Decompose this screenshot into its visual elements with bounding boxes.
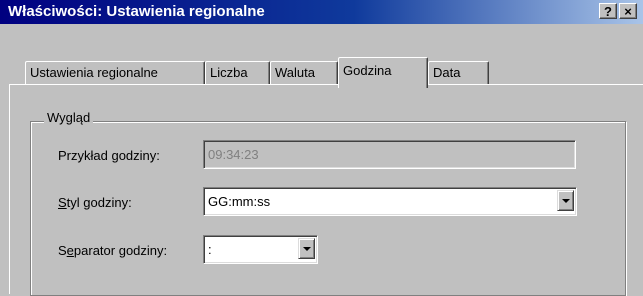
- close-button[interactable]: ×: [619, 3, 637, 19]
- chevron-down-icon: [562, 199, 570, 203]
- time-style-combobox[interactable]: GG:mm:ss: [203, 187, 577, 216]
- group-legend: Wygląd: [44, 110, 94, 125]
- tab-label: Godzina: [343, 63, 392, 78]
- time-style-label: Styl godziny:: [58, 195, 132, 210]
- window-title: Właściwości: Ustawienia regionalne: [8, 3, 265, 20]
- time-separator-combobox[interactable]: :: [203, 235, 318, 264]
- time-style-value: GG:mm:ss: [208, 194, 271, 209]
- title-bar[interactable]: Właściwości: Ustawienia regionalne ? ×: [0, 0, 643, 24]
- time-style-dropdown-button[interactable]: [557, 190, 574, 211]
- help-button[interactable]: ?: [599, 3, 617, 19]
- tab-label: Liczba: [210, 65, 248, 80]
- tab-waluta[interactable]: Waluta: [270, 61, 338, 85]
- time-separator-dropdown-button[interactable]: [298, 238, 315, 259]
- tab-data[interactable]: Data: [428, 61, 489, 85]
- sample-time-field: 09:34:23: [203, 140, 576, 169]
- tab-label: Waluta: [275, 65, 315, 80]
- chevron-down-icon: [303, 247, 311, 251]
- time-separator-label: Separator godziny:: [58, 243, 168, 258]
- tab-label: Ustawienia regionalne: [30, 65, 158, 80]
- sample-time-value: 09:34:23: [208, 147, 259, 162]
- time-separator-value: :: [208, 242, 212, 257]
- tab-godzina[interactable]: Godzina: [338, 57, 428, 88]
- tab-label: Data: [433, 65, 461, 80]
- sample-time-label: Przykład godziny:: [58, 148, 160, 163]
- tab-ustawienia-regionalne[interactable]: Ustawienia regionalne: [25, 61, 205, 85]
- tab-liczba[interactable]: Liczba: [205, 61, 270, 85]
